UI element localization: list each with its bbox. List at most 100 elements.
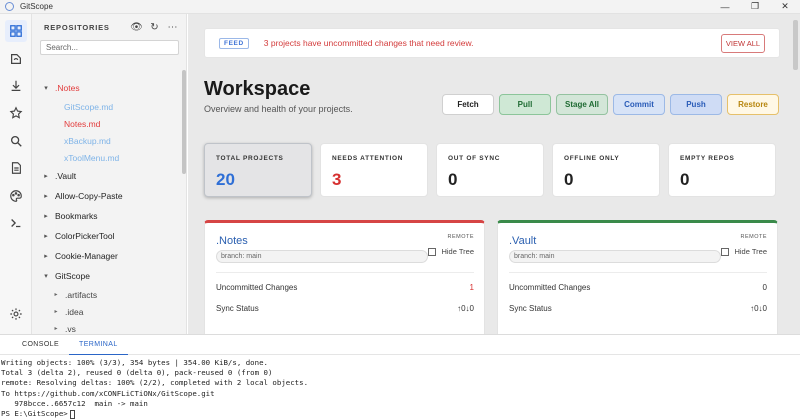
more-icon[interactable]: ⋯ bbox=[165, 20, 180, 35]
divider bbox=[509, 272, 767, 273]
terminal-line: 978bcce..6657c12 main -> main bbox=[1, 398, 148, 408]
source-control-icon[interactable] bbox=[5, 48, 27, 70]
page-subtitle: Overview and health of your projects. bbox=[204, 104, 353, 114]
sidebar-title: REPOSITORIES bbox=[44, 22, 110, 32]
tree-item-label: Cookie-Manager bbox=[55, 251, 118, 261]
chevron-right-icon[interactable]: ▸ bbox=[41, 212, 51, 220]
uncommitted-label: Uncommitted Changes bbox=[216, 283, 298, 292]
tree-item-label: .Vault bbox=[55, 171, 77, 181]
settings-icon[interactable] bbox=[5, 303, 27, 325]
close-button[interactable]: ✕ bbox=[770, 0, 800, 14]
pull-button[interactable]: Pull bbox=[499, 94, 551, 115]
terminal-line: To https://github.com/xCONFLiCTiONx/GitS… bbox=[1, 388, 215, 398]
chevron-right-icon[interactable]: ▸ bbox=[51, 291, 61, 298]
tree-item-allow-copy-paste[interactable]: ▸ Allow-Copy-Paste bbox=[32, 186, 182, 206]
chevron-down-icon[interactable]: ▾ bbox=[41, 272, 51, 280]
tree-file-item[interactable]: xBackup.md bbox=[32, 132, 182, 149]
hide-tree-checkbox[interactable] bbox=[721, 247, 730, 256]
sync-status-value: ↑0↓0 bbox=[457, 304, 474, 313]
tree-file-item[interactable]: GitScope.md bbox=[32, 98, 182, 115]
hide-tree-toggle[interactable]: Hide Tree bbox=[721, 247, 767, 256]
stat-card-total-projects[interactable]: TOTAL PROJECTS 20 bbox=[204, 143, 312, 197]
stat-card-out-of-sync[interactable]: OUT OF SYNC 0 bbox=[436, 143, 544, 197]
restore-button[interactable]: Restore bbox=[727, 94, 779, 115]
eye-icon[interactable]: 👁 bbox=[129, 20, 144, 35]
chevron-right-icon[interactable]: ▸ bbox=[51, 325, 61, 332]
uncommitted-value: 1 bbox=[469, 283, 474, 292]
stat-card-empty-repos[interactable]: EMPTY REPOS 0 bbox=[668, 143, 776, 197]
maximize-button[interactable]: ❐ bbox=[740, 0, 770, 14]
document-icon[interactable] bbox=[5, 157, 27, 179]
terminal-line: remote: Resolving deltas: 100% (2/2), co… bbox=[1, 378, 309, 388]
branch-field: branch: main bbox=[216, 250, 428, 263]
tree-folder-label: .vs bbox=[65, 323, 76, 334]
chevron-right-icon[interactable]: ▸ bbox=[41, 192, 51, 200]
terminal-line: Total 3 (delta 2), reused 0 (delta 0), p… bbox=[1, 368, 273, 378]
panel-tabs: CONSOLE TERMINAL bbox=[0, 335, 800, 355]
divider bbox=[216, 272, 474, 273]
stat-label: OUT OF SYNC bbox=[448, 155, 501, 162]
tree-folder-label: .artifacts bbox=[65, 289, 98, 300]
hide-tree-checkbox[interactable] bbox=[428, 247, 437, 256]
sync-status-row: Sync Status ↑0↓0 bbox=[216, 304, 474, 313]
hide-tree-label: Hide Tree bbox=[441, 247, 474, 256]
view-all-button[interactable]: VIEW ALL bbox=[721, 33, 765, 53]
repo-name[interactable]: .Notes bbox=[216, 235, 248, 247]
tree-folder-item[interactable]: ▸ .idea bbox=[32, 303, 182, 320]
stage-all-button[interactable]: Stage All bbox=[556, 94, 608, 115]
chevron-down-icon[interactable]: ▾ bbox=[41, 84, 51, 92]
terminal-prompt-row[interactable]: PS E:\GitScope> bbox=[1, 409, 800, 419]
tab-terminal[interactable]: TERMINAL bbox=[69, 335, 128, 355]
chevron-right-icon[interactable]: ▸ bbox=[51, 308, 61, 315]
sidebar-scrollbar[interactable] bbox=[182, 70, 186, 174]
repositories-sidebar: REPOSITORIES 👁 ↻ ⋯ ▾ .Notes GitScope.md … bbox=[32, 14, 187, 334]
dashboard-icon[interactable] bbox=[5, 20, 27, 42]
stat-value: 0 bbox=[564, 170, 574, 189]
hide-tree-toggle[interactable]: Hide Tree bbox=[428, 247, 474, 256]
tree-item-cookie-manager[interactable]: ▸ Cookie-Manager bbox=[32, 246, 182, 266]
stat-card-offline-only[interactable]: OFFLINE ONLY 0 bbox=[552, 143, 660, 197]
download-icon[interactable] bbox=[5, 75, 27, 97]
tree-item-colorpickertool[interactable]: ▸ ColorPickerTool bbox=[32, 226, 182, 246]
feed-message: 3 projects have uncommitted changes that… bbox=[263, 38, 474, 48]
tree-file-item[interactable]: Notes.md bbox=[32, 115, 182, 132]
commit-button[interactable]: Commit bbox=[613, 94, 665, 115]
repository-search-input[interactable] bbox=[40, 40, 179, 55]
tree-item-gitscope[interactable]: ▾ GitScope bbox=[32, 266, 182, 286]
stat-card-needs-attention[interactable]: NEEDS ATTENTION 3 bbox=[320, 143, 428, 197]
stat-label: NEEDS ATTENTION bbox=[332, 155, 404, 162]
sync-status-row: Sync Status ↑0↓0 bbox=[509, 304, 767, 313]
chevron-right-icon[interactable]: ▸ bbox=[41, 252, 51, 260]
feed-badge: FEED bbox=[219, 37, 249, 49]
terminal-output[interactable]: Writing objects: 100% (3/3), 354 bytes |… bbox=[0, 355, 800, 419]
chevron-right-icon[interactable]: ▸ bbox=[41, 232, 51, 240]
uncommitted-row: Uncommitted Changes 1 bbox=[216, 283, 474, 292]
activity-bar bbox=[0, 14, 32, 334]
uncommitted-row: Uncommitted Changes 0 bbox=[509, 283, 767, 292]
stats-row: TOTAL PROJECTS 20 NEEDS ATTENTION 3 OUT … bbox=[204, 143, 776, 197]
bottom-panel: CONSOLE TERMINAL Writing objects: 100% (… bbox=[0, 334, 800, 420]
tab-console[interactable]: CONSOLE bbox=[12, 335, 69, 355]
search-icon[interactable] bbox=[5, 130, 27, 152]
push-button[interactable]: Push bbox=[670, 94, 722, 115]
star-icon[interactable] bbox=[5, 102, 27, 124]
uncommitted-label: Uncommitted Changes bbox=[509, 283, 591, 292]
tree-folder-item[interactable]: ▸ .vs bbox=[32, 320, 182, 334]
tree-item-label: .Notes bbox=[55, 83, 80, 93]
repo-name[interactable]: .Vault bbox=[509, 235, 536, 247]
chevron-right-icon[interactable]: ▸ bbox=[41, 172, 51, 180]
refresh-icon[interactable]: ↻ bbox=[147, 20, 162, 35]
tree-folder-item[interactable]: ▸ .artifacts bbox=[32, 286, 182, 303]
tree-folder-label: .idea bbox=[65, 306, 84, 317]
palette-icon[interactable] bbox=[5, 185, 27, 207]
sidebar-header: REPOSITORIES 👁 ↻ ⋯ bbox=[32, 14, 186, 40]
fetch-button[interactable]: Fetch bbox=[442, 94, 494, 115]
tree-file-item[interactable]: xToolMenu.md bbox=[32, 149, 182, 166]
tree-item-vault[interactable]: ▸ .Vault bbox=[32, 166, 182, 186]
stat-label: OFFLINE ONLY bbox=[564, 155, 620, 162]
terminal-icon[interactable] bbox=[5, 212, 27, 234]
minimize-button[interactable]: — bbox=[710, 0, 740, 14]
tree-item-bookmarks[interactable]: ▸ Bookmarks bbox=[32, 206, 182, 226]
main-scrollbar[interactable] bbox=[793, 20, 798, 70]
tree-item-notes[interactable]: ▾ .Notes bbox=[32, 78, 182, 98]
